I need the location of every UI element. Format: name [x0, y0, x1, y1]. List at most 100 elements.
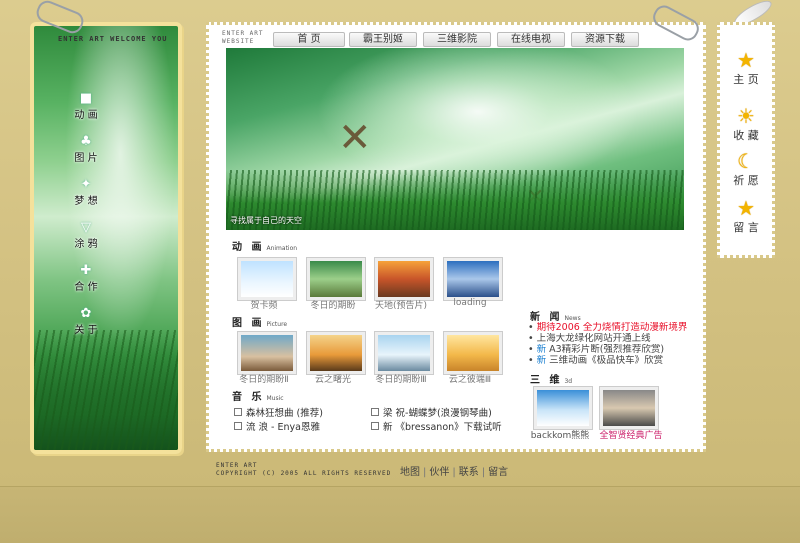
cup-icon: ▽ — [81, 220, 91, 235]
music-link[interactable]: 森林狂想曲 (推荐) — [234, 405, 323, 419]
news-title: 上海大龙绿化网站开通上线 — [536, 333, 651, 344]
section-subtitle: Picture — [266, 321, 288, 328]
thumbnail-caption[interactable]: 贺卡频 — [224, 298, 304, 311]
flower-icon: ✿ — [80, 306, 92, 321]
thumbnail-card-3d[interactable] — [600, 387, 658, 429]
right-navigation: ★ 主 页 ☀ 收 藏 ☾ 祈 愿 ★ 留 言 — [717, 22, 775, 258]
windmill-icon: ✕ — [338, 115, 372, 161]
right-nav-home[interactable]: ★ 主 页 — [720, 49, 772, 87]
news-title: 期待2006 全力烧情打造动漫新境界! — [536, 322, 688, 333]
thumbnail-caption[interactable]: 冬日的期盼Ⅲ — [361, 372, 441, 385]
left-nav-item-pictures[interactable]: ♣ 图 片 — [66, 135, 106, 165]
bottom-band — [0, 486, 800, 543]
left-nav-label: 梦 想 — [74, 196, 98, 207]
news-item[interactable]: • 新 A3精彩片断(强烈推荐欣赏) — [528, 344, 688, 355]
left-navigation: ■ 动 画 ♣ 图 片 ✦ 梦 想 ▽ 涂 鸦 ✚ 合 作 ✿ 关 于 — [66, 92, 106, 350]
thumbnail-card-3d[interactable] — [534, 387, 592, 429]
news-title: 三维动画《极品快车》欣赏 — [546, 355, 664, 366]
music-link[interactable]: 新 《bressanon》下载试听 — [371, 419, 502, 433]
music-title: 新 《bressanon》下载试听 — [383, 422, 502, 433]
moon-icon: ☾ — [737, 149, 755, 173]
footer-link-guestbook[interactable]: 留言 — [488, 467, 508, 478]
thumbnail-card-picture[interactable] — [238, 332, 296, 374]
news-list: • 期待2006 全力烧情打造动漫新境界! • 上海大龙绿化网站开通上线 • 新… — [528, 322, 688, 366]
sunrise-icon: ☀ — [737, 104, 755, 128]
left-nav-item-dream[interactable]: ✦ 梦 想 — [66, 177, 106, 208]
bullet-icon: • — [528, 355, 537, 366]
checkbox-icon — [371, 408, 379, 416]
checkbox-icon — [234, 408, 242, 416]
tab-farewell-concubine[interactable]: 霸王别姬 — [349, 32, 417, 47]
new-badge: 新 — [536, 344, 547, 355]
right-nav-label: 留 言 — [733, 221, 759, 234]
tab-3d-cinema[interactable]: 三维影院 — [423, 32, 491, 47]
footer-link-partners[interactable]: 伙伴 — [429, 467, 449, 478]
section-subtitle: News — [564, 315, 581, 322]
plus-icon: ✚ — [80, 263, 92, 278]
thumbnail-card-animation[interactable] — [375, 258, 433, 300]
left-nav-label: 动 画 — [74, 110, 98, 121]
thumbnail-card-animation[interactable] — [238, 258, 296, 300]
thumbnail-card-picture[interactable] — [375, 332, 433, 374]
left-nav-item-doodle[interactable]: ▽ 涂 鸦 — [66, 220, 106, 251]
left-nav-label: 涂 鸦 — [74, 239, 98, 250]
site-brand: ENTER ART WEBSITE — [222, 30, 264, 46]
camera-icon: ■ — [79, 91, 93, 106]
section-title: 音 乐 — [232, 392, 265, 403]
thumbnail-card-animation[interactable] — [307, 258, 365, 300]
section-title: 动 画 — [232, 242, 265, 253]
news-item[interactable]: • 新 三维动画《极品快车》欣赏 — [528, 355, 688, 366]
tab-downloads[interactable]: 资源下载 — [571, 32, 639, 47]
thumbnail-card-picture[interactable] — [307, 332, 365, 374]
music-link[interactable]: 流 浪 - Enya恩雅 — [234, 419, 320, 433]
bullet-icon: • — [528, 344, 537, 355]
divider: | — [481, 467, 486, 478]
left-decorative-panel — [30, 22, 182, 454]
footer-brand-line: ENTER ART — [216, 462, 258, 469]
divider: | — [423, 467, 427, 478]
divider: | — [452, 467, 456, 478]
banner-caption: 寻找属于自己的天空 — [230, 216, 302, 225]
left-nav-item-cooperate[interactable]: ✚ 合 作 — [66, 263, 106, 294]
new-badge: 新 — [536, 355, 547, 366]
tab-home[interactable]: 首 页 — [273, 32, 345, 47]
brand-line: WEBSITE — [222, 38, 255, 45]
bullet-icon: • — [528, 322, 537, 333]
tab-online-tv[interactable]: 在线电视 — [497, 32, 565, 47]
star-icon: ★ — [737, 48, 755, 72]
left-nav-item-about[interactable]: ✿ 关 于 — [66, 306, 106, 337]
right-nav-label: 主 页 — [733, 73, 759, 86]
thumbnail-card-picture[interactable] — [444, 332, 502, 374]
news-item[interactable]: • 期待2006 全力烧情打造动漫新境界! — [528, 322, 688, 333]
thumbnail-caption[interactable]: loading — [430, 298, 510, 308]
thumbnail-caption[interactable]: 全智贤经典广告 — [586, 428, 676, 441]
music-title: 梁 祝-蝴蝶梦(浪漫钢琴曲) — [383, 408, 492, 419]
section-subtitle: Music — [266, 395, 284, 402]
section-heading-music: 音 乐 Music — [232, 388, 284, 403]
news-item[interactable]: • 上海大龙绿化网站开通上线 — [528, 333, 688, 344]
thumbnail-card-animation[interactable] — [444, 258, 502, 300]
section-title: 三 维 — [530, 375, 563, 386]
thumbnail-caption[interactable]: 冬日的期盼Ⅱ — [224, 372, 304, 385]
welcome-title: ENTER ART WELCOME YOU — [58, 35, 168, 43]
right-nav-guestbook[interactable]: ★ 留 言 — [720, 197, 772, 235]
right-nav-favorites[interactable]: ☀ 收 藏 — [720, 105, 772, 143]
section-heading-animation: 动 画 Animation — [232, 238, 297, 253]
right-nav-label: 祈 愿 — [733, 174, 759, 187]
hero-banner: ✕ ✕ 寻找属于自己的天空 — [226, 48, 684, 230]
bullet-icon: • — [528, 333, 537, 344]
thumbnail-caption[interactable]: 天地(预告片) — [361, 298, 441, 311]
left-nav-label: 关 于 — [74, 325, 98, 336]
section-heading-news: 新 闻 News — [530, 308, 581, 323]
thumbnail-caption[interactable]: 云之彼端Ⅲ — [430, 372, 510, 385]
music-title: 森林狂想曲 (推荐) — [246, 408, 323, 419]
sparkle-icon: ✦ — [80, 177, 92, 192]
right-nav-wish[interactable]: ☾ 祈 愿 — [720, 150, 772, 188]
left-nav-label: 合 作 — [74, 282, 98, 293]
footer-link-contact[interactable]: 联系 — [459, 467, 479, 478]
right-nav-label: 收 藏 — [733, 129, 759, 142]
music-link[interactable]: 梁 祝-蝴蝶梦(浪漫钢琴曲) — [371, 405, 492, 419]
footer-link-map[interactable]: 地图 — [400, 467, 420, 478]
left-nav-item-animation[interactable]: ■ 动 画 — [66, 91, 106, 122]
music-title: 流 浪 - Enya恩雅 — [246, 422, 320, 433]
